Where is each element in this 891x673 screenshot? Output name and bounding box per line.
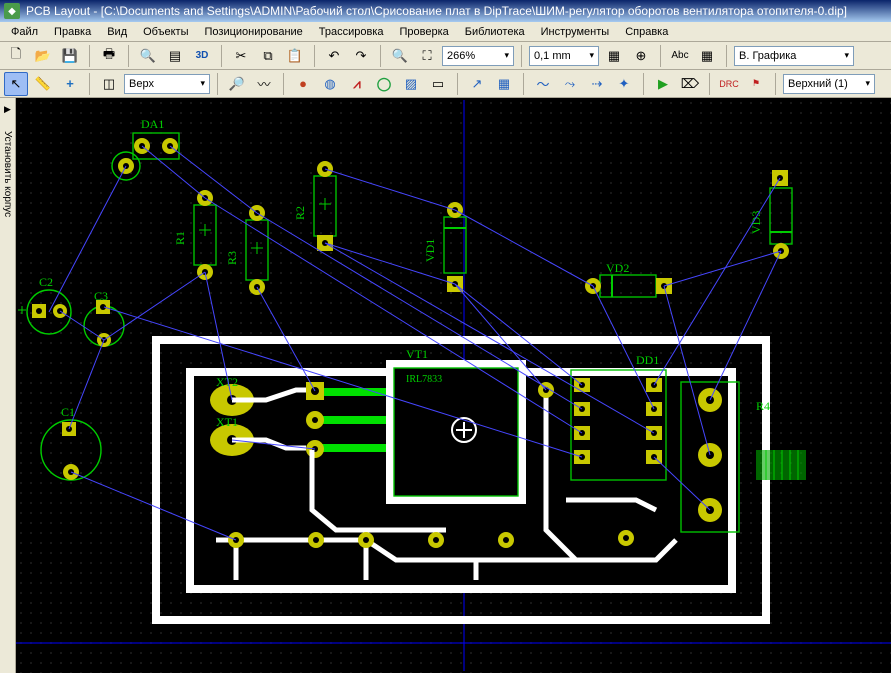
display-mode-label: В. Графика: [739, 50, 796, 62]
pad-round-icon[interactable]: ●: [291, 72, 315, 96]
ref-r3: R3: [225, 251, 239, 265]
undo-icon[interactable]: ↶: [322, 44, 346, 68]
trace-c-icon[interactable]: ⇢: [585, 72, 609, 96]
toolbar-secondary: ↖ 📏 + ◫ Верх ▾ 🔎 〰 ● ◍ ⩘ ◯ ▨ ▭ ↗ ▦ 〜 ⤳ ⇢…: [0, 70, 891, 98]
dd1-pads: [574, 378, 662, 464]
ref-xt1: XT1: [216, 415, 238, 429]
unroute-icon[interactable]: ⌦: [678, 72, 702, 96]
measure-icon[interactable]: 📏: [31, 72, 55, 96]
toolbar-main: 🗋 📂 💾 🖶 🔍 ▤ 3D ✂ ⧉ 📋 ↶ ↷ 🔍 ⛶ 266% ▾ 0,1 …: [0, 42, 891, 70]
view-layer-combo[interactable]: Верхний (1) ▾: [783, 74, 875, 94]
menu-edit[interactable]: Правка: [47, 24, 98, 40]
ref-vt1: VT1: [406, 347, 428, 361]
via-icon[interactable]: ⩘: [345, 72, 369, 96]
find-icon[interactable]: 🔎: [225, 72, 249, 96]
grid-combo[interactable]: 0,1 mm ▾: [529, 46, 599, 66]
ref-vd3: VD3: [749, 211, 763, 234]
cut-icon[interactable]: ✂: [229, 44, 253, 68]
ref-r2: R2: [293, 206, 307, 220]
menu-placement[interactable]: Позиционирование: [198, 24, 310, 40]
zoom-combo[interactable]: 266% ▾: [442, 46, 514, 66]
route-manual-icon[interactable]: ↗: [465, 72, 489, 96]
trace-b-icon[interactable]: ⤳: [558, 72, 582, 96]
zoom-window-icon[interactable]: 🔍: [388, 44, 412, 68]
abc-button[interactable]: Abc: [668, 44, 692, 68]
redo-icon[interactable]: ↷: [349, 44, 373, 68]
chevron-down-icon: ▾: [865, 78, 870, 89]
display-mode-combo[interactable]: В. Графика ▾: [734, 46, 854, 66]
pad-square-icon[interactable]: ◍: [318, 72, 342, 96]
layer-combo[interactable]: Верх ▾: [124, 74, 210, 94]
expand-arrow-icon[interactable]: ▶: [4, 104, 11, 115]
menu-route[interactable]: Трассировка: [312, 24, 391, 40]
menu-tools[interactable]: Инструменты: [534, 24, 617, 40]
fanout-icon[interactable]: ✦: [612, 72, 636, 96]
grid-value: 0,1 mm: [534, 50, 571, 62]
mounthole-icon[interactable]: ◯: [372, 72, 396, 96]
drc-icon[interactable]: DRC: [717, 72, 741, 96]
ref-irl: IRL7833: [406, 374, 442, 385]
zoom-value: 266%: [447, 50, 475, 62]
window-title: PCB Layout - [C:\Documents and Settings\…: [26, 4, 847, 18]
board-outline-icon[interactable]: ▭: [426, 72, 450, 96]
menu-file[interactable]: Файл: [4, 24, 45, 40]
3d-button[interactable]: 3D: [190, 44, 214, 68]
menu-objects[interactable]: Объекты: [136, 24, 195, 40]
ratsnest-icon[interactable]: 〰: [252, 72, 276, 96]
grid-icon[interactable]: ▦: [602, 44, 626, 68]
chevron-down-icon: ▾: [200, 78, 205, 89]
layers-icon[interactable]: ▦: [695, 44, 719, 68]
ref-r1: R1: [173, 231, 187, 245]
cursor-tool-icon[interactable]: ↖: [4, 72, 28, 96]
design-canvas[interactable]: VT1 IRL7833 DD1 R4: [16, 98, 891, 673]
trace-a-icon[interactable]: 〜: [531, 72, 555, 96]
workspace: ▶ Установить корпус VT1 IRL7833 DD1: [0, 98, 891, 673]
component-icon[interactable]: ◫: [97, 72, 121, 96]
ref-c1: C1: [61, 405, 75, 419]
chevron-down-icon: ▾: [589, 50, 594, 61]
save-icon[interactable]: 💾: [58, 44, 82, 68]
zoom-fit-icon[interactable]: ⛶: [415, 44, 439, 68]
menu-view[interactable]: Вид: [100, 24, 134, 40]
origin-tool-icon[interactable]: +: [58, 72, 82, 96]
ref-r4: R4: [756, 399, 770, 413]
menu-help[interactable]: Справка: [618, 24, 675, 40]
side-panel[interactable]: ▶ Установить корпус: [0, 98, 16, 673]
copy-icon[interactable]: ⧉: [256, 44, 280, 68]
copper-pour-icon[interactable]: ▨: [399, 72, 423, 96]
view-layer-label: Верхний (1): [788, 78, 848, 90]
titles-icon[interactable]: ▤: [163, 44, 187, 68]
run-icon[interactable]: ▶: [651, 72, 675, 96]
preview-icon[interactable]: 🔍: [136, 44, 160, 68]
chevron-down-icon: ▾: [504, 50, 509, 61]
print-icon[interactable]: 🖶: [97, 44, 121, 68]
ref-c3: C3: [94, 289, 108, 303]
menubar: Файл Правка Вид Объекты Позиционирование…: [0, 22, 891, 42]
paste-icon[interactable]: 📋: [283, 44, 307, 68]
new-file-icon[interactable]: 🗋: [4, 44, 28, 68]
app-icon: ◆: [4, 3, 20, 19]
ref-xt2: XT2: [216, 375, 238, 389]
open-file-icon[interactable]: 📂: [31, 44, 55, 68]
ref-vd2: VD2: [606, 261, 629, 275]
ref-dd1: DD1: [636, 353, 659, 367]
origin-icon[interactable]: ⊕: [629, 44, 653, 68]
menu-library[interactable]: Библиотека: [458, 24, 532, 40]
menu-verify[interactable]: Проверка: [393, 24, 456, 40]
titlebar: ◆ PCB Layout - [C:\Documents and Setting…: [0, 0, 891, 22]
route-tool-icon[interactable]: ▦: [492, 72, 516, 96]
side-panel-label: Установить корпус: [2, 131, 13, 217]
erc-icon[interactable]: ⚑: [744, 72, 768, 96]
ref-da1: DA1: [141, 117, 164, 131]
ref-vd1: VD1: [423, 239, 437, 262]
ref-c2: C2: [39, 275, 53, 289]
chevron-down-icon: ▾: [844, 50, 849, 61]
layer-label: Верх: [129, 78, 154, 90]
